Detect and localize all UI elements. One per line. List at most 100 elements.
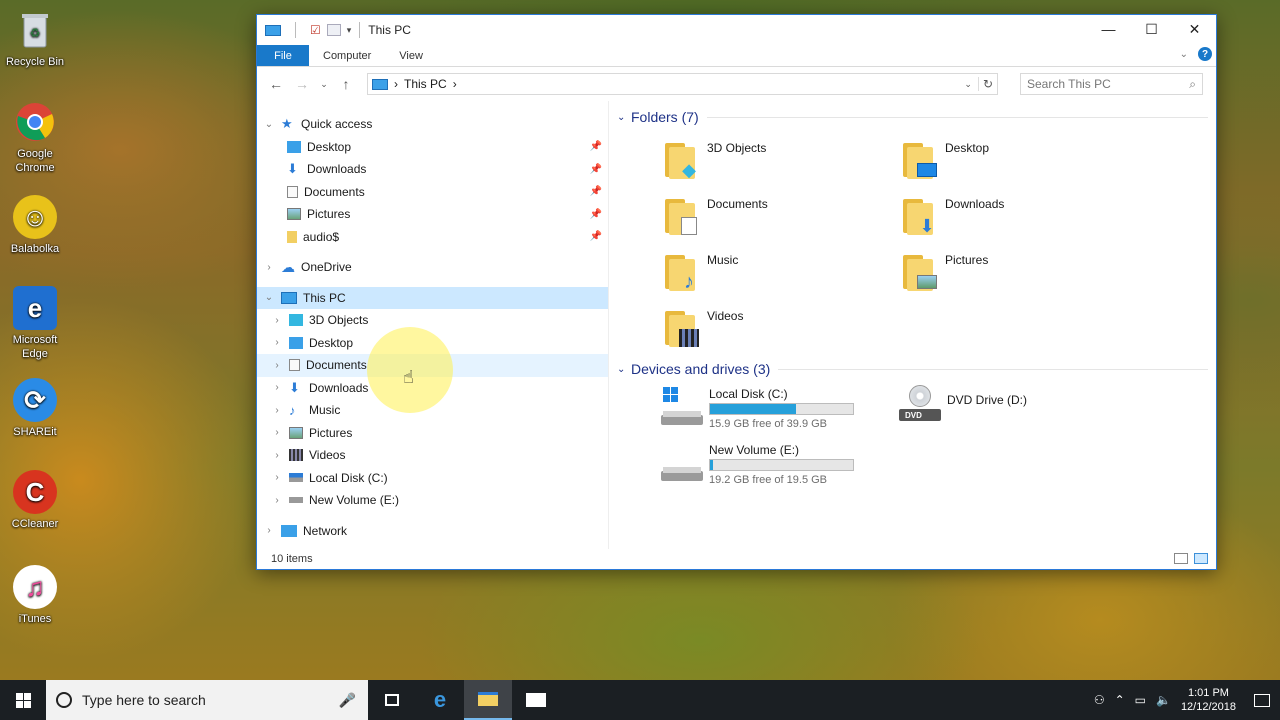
details-view-button[interactable] (1174, 553, 1188, 564)
pin-icon[interactable]: 📌 (590, 164, 602, 175)
tab-view[interactable]: View (385, 45, 437, 66)
chevron-right-icon[interactable]: › (271, 382, 283, 393)
properties-icon[interactable]: ☑ (310, 23, 321, 37)
chevron-right-icon[interactable]: › (271, 450, 283, 461)
help-icon[interactable]: ? (1198, 47, 1212, 61)
minimize-button[interactable]: — (1087, 15, 1130, 43)
nav-this-pc[interactable]: ⌄ This PC (257, 286, 608, 309)
nav-onedrive[interactable]: › ☁ OneDrive (257, 256, 608, 279)
clock[interactable]: 1:01 PM 12/12/2018 (1181, 686, 1236, 714)
nav-quick-documents[interactable]: Documents 📌 (257, 181, 608, 204)
address-bar[interactable]: › This PC › ⌄ ↻ (367, 73, 998, 95)
chevron-right-icon[interactable]: › (271, 315, 283, 326)
folder-tile-downloads[interactable]: ⬇ Downloads (903, 183, 1141, 239)
nav-quick-access[interactable]: ⌄ ★ Quick access (257, 113, 608, 136)
folder-tile-3d-objects[interactable]: ◆ 3D Objects (665, 127, 903, 183)
chevron-down-icon[interactable]: ⌄ (263, 292, 275, 303)
folder-tile-documents[interactable]: Documents (665, 183, 903, 239)
breadcrumb-this-pc[interactable]: This PC (404, 77, 447, 91)
dvd-drive-icon: DVD (899, 385, 941, 421)
large-icons-view-button[interactable] (1194, 553, 1208, 564)
people-icon[interactable]: ⚇ (1094, 693, 1105, 707)
maximize-button[interactable]: ☐ (1130, 15, 1173, 43)
expand-ribbon-icon[interactable]: ⌄ (1180, 49, 1188, 60)
show-hidden-icons[interactable]: ⌃ (1115, 693, 1125, 707)
folder-tile-videos[interactable]: Videos (665, 295, 903, 351)
tab-file[interactable]: File (257, 45, 309, 66)
desktop-shortcut-ccleaner[interactable]: C CCleaner (2, 470, 68, 531)
chevron-down-icon[interactable]: ⌄ (617, 112, 631, 123)
taskbar-search-input[interactable]: Type here to search 🎤 (46, 680, 368, 720)
chevron-right-icon[interactable]: › (263, 262, 275, 273)
taskbar-mail-button[interactable] (512, 680, 560, 720)
action-center-icon[interactable] (1254, 693, 1270, 707)
forward-button[interactable]: → (291, 76, 313, 92)
pin-icon[interactable]: 📌 (590, 186, 602, 197)
chevron-right-icon[interactable]: › (271, 337, 283, 348)
taskbar-edge-button[interactable]: e (416, 680, 464, 720)
task-view-icon (385, 694, 399, 706)
network-icon[interactable]: ▭ (1135, 693, 1146, 707)
volume-icon[interactable]: 🔈 (1156, 693, 1171, 707)
microphone-icon[interactable]: 🎤 (339, 692, 356, 709)
drive-tile-local-disk-c[interactable]: Local Disk (C:) 15.9 GB free of 39.9 GB (661, 379, 899, 435)
folder-tile-desktop[interactable]: Desktop (903, 127, 1141, 183)
nav-network[interactable]: › Network (257, 520, 608, 543)
drive-tile-new-volume-e[interactable]: New Volume (E:) 19.2 GB free of 19.5 GB (661, 435, 899, 491)
address-dropdown-icon[interactable]: ⌄ (964, 79, 972, 90)
chevron-right-icon[interactable]: › (271, 427, 283, 438)
pin-icon[interactable]: 📌 (590, 209, 602, 220)
nav-pc-pictures[interactable]: › Pictures (257, 422, 608, 445)
chevron-right-icon[interactable]: › (271, 360, 283, 371)
navigation-pane: ⌄ ★ Quick access Desktop 📌 ⬇ Downloads 📌… (257, 101, 609, 549)
nav-label: Quick access (301, 117, 373, 132)
nav-pc-3d-objects[interactable]: › 3D Objects (257, 309, 608, 332)
nav-pc-new-volume[interactable]: › New Volume (E:) (257, 489, 608, 512)
chevron-right-icon[interactable]: › (263, 525, 275, 536)
chevron-right-icon[interactable]: › (271, 405, 283, 416)
nav-pc-videos[interactable]: › Videos (257, 444, 608, 467)
pictures-icon (287, 208, 301, 221)
nav-quick-audio[interactable]: audio$ 📌 (257, 226, 608, 249)
nav-quick-pictures[interactable]: Pictures 📌 (257, 203, 608, 226)
recent-locations-icon[interactable]: ⌄ (317, 79, 331, 90)
customize-qat-icon[interactable]: ▾ (347, 25, 352, 36)
chevron-right-icon[interactable]: › (271, 495, 283, 506)
devices-group-header[interactable]: ⌄ Devices and drives (3) (617, 359, 1208, 379)
pin-icon[interactable]: 📌 (590, 231, 602, 242)
chevron-right-icon[interactable]: › (271, 472, 283, 483)
taskbar-file-explorer-button[interactable] (464, 680, 512, 720)
chevron-down-icon[interactable]: ⌄ (617, 364, 631, 375)
folders-group-header[interactable]: ⌄ Folders (7) (617, 107, 1208, 127)
chevron-down-icon[interactable]: ⌄ (263, 119, 275, 130)
folder-tile-music[interactable]: ♪ Music (665, 239, 903, 295)
desktop-shortcut-recycle-bin[interactable]: ♻ Recycle Bin (2, 8, 68, 69)
back-button[interactable]: ← (265, 76, 287, 92)
nav-pc-local-disk[interactable]: › Local Disk (C:) (257, 467, 608, 490)
start-button[interactable] (0, 680, 46, 720)
desktop-shortcut-edge[interactable]: e Microsoft Edge (2, 286, 68, 361)
new-folder-icon[interactable] (326, 24, 341, 36)
edge-icon: e (13, 286, 57, 330)
videos-icon (665, 309, 699, 347)
desktop-icon (287, 140, 301, 153)
close-button[interactable]: ✕ (1173, 15, 1216, 43)
nav-quick-downloads[interactable]: ⬇ Downloads 📌 (257, 158, 608, 181)
refresh-icon[interactable]: ↻ (977, 77, 993, 91)
folder-tile-pictures[interactable]: Pictures (903, 239, 1141, 295)
up-button[interactable]: ↑ (335, 76, 357, 92)
task-view-button[interactable] (368, 680, 416, 720)
drive-free-space: 19.2 GB free of 19.5 GB (709, 474, 828, 486)
nav-label: Downloads (309, 380, 369, 395)
search-input[interactable]: Search This PC ⌕ (1020, 73, 1203, 95)
desktop-shortcut-balabolka[interactable]: ☺ Balabolka (2, 195, 68, 256)
tab-computer[interactable]: Computer (309, 45, 385, 66)
nav-quick-desktop[interactable]: Desktop 📌 (257, 136, 608, 159)
desktop-shortcut-shareit[interactable]: ⟳ SHAREit (2, 378, 68, 439)
desktop-shortcut-itunes[interactable]: ♫ iTunes (2, 565, 68, 626)
desktop-shortcut-chrome[interactable]: Google Chrome (2, 100, 68, 175)
drive-tile-dvd-d[interactable]: DVD DVD Drive (D:) (899, 379, 1137, 435)
local-disk-icon (289, 473, 303, 483)
pin-icon[interactable]: 📌 (590, 141, 602, 152)
nav-label: Desktop (309, 335, 354, 350)
